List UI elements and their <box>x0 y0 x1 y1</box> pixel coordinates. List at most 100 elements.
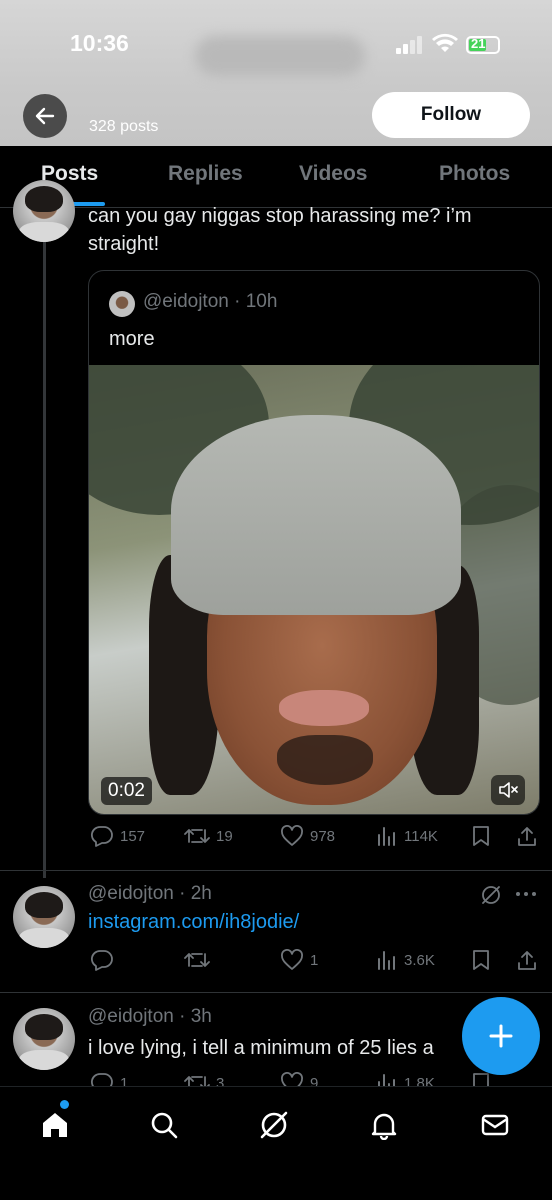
nav-messages[interactable] <box>475 1105 515 1145</box>
repost-count: 3 <box>216 1074 225 1087</box>
bookmark-icon <box>473 950 489 970</box>
post-author: @eidojton · 3h <box>88 1006 212 1027</box>
wifi-icon <box>432 33 458 52</box>
repost-button[interactable]: 3 <box>184 1072 224 1086</box>
views-icon <box>378 1074 395 1086</box>
compose-post-button[interactable] <box>462 997 540 1075</box>
like-button[interactable]: 978 <box>280 825 335 847</box>
battery-level: 21 <box>471 36 486 51</box>
beanie <box>171 415 461 615</box>
views-icon <box>378 951 395 970</box>
quote-avatar <box>109 291 135 317</box>
post-text-line: can you gay niggas stop harassing me? i’… <box>88 205 472 227</box>
like-button[interactable]: 1 <box>280 949 318 971</box>
repost-icon <box>184 1076 210 1086</box>
search-icon <box>151 1112 178 1139</box>
profile-header-banner: 10:36 21 328 posts Follow <box>0 0 552 146</box>
views-button[interactable]: 114K <box>376 825 438 847</box>
post-handle: @eidojton <box>88 1006 174 1027</box>
bookmark-button[interactable] <box>472 949 490 971</box>
quote-author: @eidojton · 10h <box>143 291 278 312</box>
profile-tabs: Posts Replies Videos Photos <box>0 146 552 208</box>
mute-icon <box>499 782 518 798</box>
post-actions: 157 19 978 114K <box>88 825 540 855</box>
repost-icon <box>184 829 210 843</box>
tab-photos[interactable]: Photos <box>439 162 510 186</box>
views-count: 3.6K <box>404 951 435 969</box>
grok-icon <box>260 1111 288 1139</box>
like-icon <box>281 1072 303 1086</box>
views-button[interactable]: 1.8K <box>376 1072 435 1086</box>
bookmark-button[interactable] <box>472 825 490 847</box>
notification-dot <box>60 1100 69 1109</box>
quote-text: more <box>109 328 155 350</box>
reply-button[interactable]: 1 <box>90 1072 128 1086</box>
like-icon <box>281 949 303 970</box>
like-count: 978 <box>310 827 336 845</box>
like-count: 9 <box>310 1074 319 1087</box>
grok-icon[interactable] <box>480 884 502 906</box>
post-actions: 1 3 9 1.8K <box>88 1072 540 1086</box>
plus-icon <box>489 1024 513 1048</box>
repost-button[interactable]: 19 <box>184 825 233 847</box>
reply-count: 1 <box>120 1074 129 1087</box>
share-icon <box>518 827 536 846</box>
post-time: 2h <box>190 883 212 904</box>
back-arrow-icon <box>35 107 55 125</box>
post-actions: 1 3.6K <box>88 949 540 979</box>
like-icon <box>281 825 303 846</box>
back-button[interactable] <box>23 94 67 138</box>
post-text: i love lying, i tell a minimum of 25 lie… <box>88 1037 434 1059</box>
tab-replies[interactable]: Replies <box>168 162 243 186</box>
video-player[interactable]: 0:02 <box>89 365 539 814</box>
avatar[interactable] <box>13 180 75 242</box>
nav-grok[interactable] <box>254 1105 294 1145</box>
reply-button[interactable]: 157 <box>90 825 145 847</box>
signal-icon <box>396 36 424 54</box>
repost-count: 19 <box>216 827 233 845</box>
quote-time: 10h <box>245 291 278 312</box>
video-duration: 0:02 <box>101 777 152 805</box>
tab-videos[interactable]: Videos <box>299 162 367 186</box>
mute-button[interactable] <box>491 775 525 805</box>
like-button[interactable]: 9 <box>280 1072 318 1086</box>
nav-search[interactable] <box>144 1105 184 1145</box>
messages-icon <box>481 1114 509 1136</box>
nav-home[interactable] <box>35 1105 75 1145</box>
avatar[interactable] <box>13 886 75 948</box>
home-icon <box>43 1113 67 1137</box>
avatar[interactable] <box>13 1008 75 1070</box>
follow-button[interactable]: Follow <box>372 92 530 138</box>
quote-handle: @eidojton <box>143 291 229 312</box>
post-handle: @eidojton <box>88 883 174 904</box>
reply-button[interactable] <box>90 949 120 971</box>
post-text-line: straight! <box>88 233 160 255</box>
bookmark-icon <box>473 1073 489 1086</box>
status-time: 10:36 <box>70 30 129 56</box>
divider <box>0 992 552 993</box>
quoted-post[interactable]: @eidojton · 10h more 0:02 <box>88 270 540 815</box>
nav-notifications[interactable] <box>364 1105 404 1145</box>
notifications-icon <box>371 1113 397 1140</box>
reply-icon <box>90 826 113 847</box>
views-icon <box>378 827 395 846</box>
bookmark-icon <box>473 826 489 846</box>
views-count: 1.8K <box>404 1074 435 1087</box>
bookmark-button[interactable] <box>472 1072 490 1086</box>
post-time: 3h <box>190 1006 212 1027</box>
share-button[interactable] <box>516 825 538 847</box>
reply-icon <box>90 950 113 971</box>
thread-line <box>43 240 46 878</box>
repost-button[interactable] <box>184 949 216 971</box>
share-button[interactable] <box>516 949 538 971</box>
divider <box>0 870 552 871</box>
battery-icon: 21 <box>466 36 500 54</box>
blurred-name <box>195 36 365 76</box>
views-count: 114K <box>404 827 438 845</box>
more-icon[interactable] <box>515 891 537 897</box>
post-link[interactable]: instagram.com/ih8jodie/ <box>88 911 299 934</box>
like-count: 1 <box>310 951 319 969</box>
repost-icon <box>184 953 210 967</box>
views-button[interactable]: 3.6K <box>376 949 435 971</box>
reply-icon <box>90 1073 113 1086</box>
